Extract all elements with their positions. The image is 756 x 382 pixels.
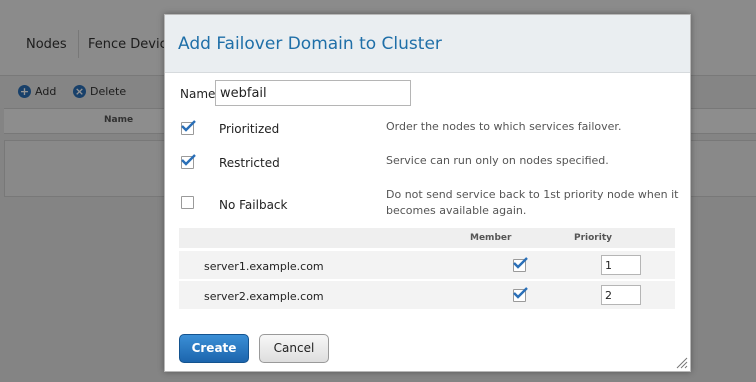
table-row: server2.example.com [179,281,675,309]
node-table-header: Member Priority [179,228,675,248]
restricted-description: Service can run only on nodes specified. [386,154,609,167]
no-failback-label: No Failback [219,198,288,212]
no-failback-description-line2: becomes available again. [386,204,527,217]
member-checkbox[interactable] [513,257,528,272]
cancel-button[interactable]: Cancel [259,334,329,363]
prioritized-checkbox[interactable] [181,120,196,135]
dialog-title: Add Failover Domain to Cluster [178,34,442,54]
add-failover-domain-dialog: Add Failover Domain to Cluster Name Prio… [164,14,691,372]
member-checkbox[interactable] [513,287,528,302]
restricted-label: Restricted [219,156,280,170]
restricted-checkbox[interactable] [181,154,196,169]
checkmark-icon [513,287,528,299]
name-label: Name [180,87,216,101]
node-name: server2.example.com [204,290,324,303]
name-input[interactable] [215,80,411,106]
prioritized-description: Order the nodes to which services failov… [386,120,622,133]
node-name: server1.example.com [204,260,324,273]
no-failback-description-line1: Do not send service back to 1st priority… [386,188,679,201]
checkmark-icon [181,120,196,132]
priority-input[interactable] [601,255,641,275]
resize-handle-icon[interactable] [676,357,688,369]
prioritized-label: Prioritized [219,122,280,136]
table-row: server1.example.com [179,251,675,279]
dialog-header: Add Failover Domain to Cluster [165,15,690,73]
priority-input[interactable] [601,285,641,305]
no-failback-checkbox[interactable] [181,196,194,209]
column-header-member: Member [470,233,512,243]
checkmark-icon [513,257,528,269]
checkmark-icon [181,154,196,166]
create-button[interactable]: Create [179,334,249,363]
column-header-priority: Priority [574,233,612,243]
